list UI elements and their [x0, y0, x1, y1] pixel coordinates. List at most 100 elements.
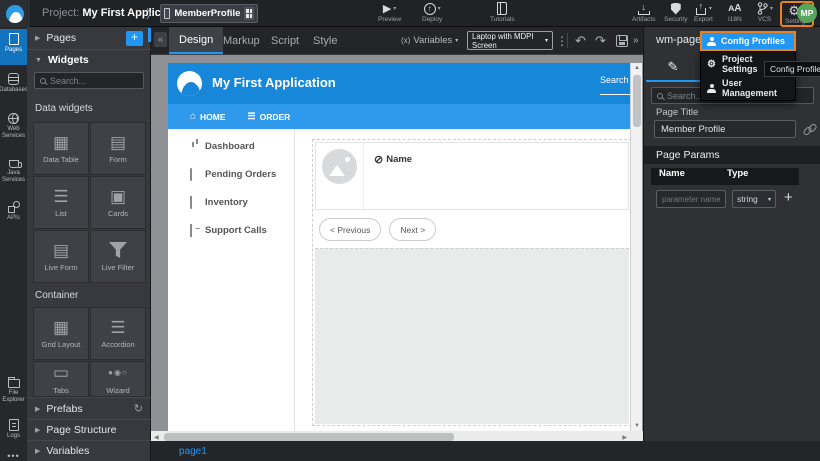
canvas-vertical-scrollbar[interactable]: ▲ ▼ — [630, 63, 642, 431]
page-selector[interactable]: MemberProfile — [160, 4, 258, 23]
param-type-select[interactable]: string ▾ — [732, 190, 776, 208]
widget-wizard[interactable]: ●◉○Wizard — [90, 361, 146, 397]
page-title-input[interactable] — [654, 120, 796, 138]
collapse-panel-button[interactable]: « — [154, 32, 167, 47]
save-icon — [616, 35, 628, 47]
deploy-button[interactable]: ↑▾ Deploy — [422, 2, 442, 23]
deploy-icon: ↑▾ — [424, 2, 441, 15]
artifacts-button[interactable]: ↓ Artifacts — [632, 2, 655, 23]
app-search-link[interactable]: Search — [600, 75, 630, 95]
horizontal-scroll-thumb[interactable] — [164, 433, 454, 441]
add-param-button[interactable]: + — [784, 189, 793, 206]
redo-button[interactable]: ↷ — [595, 27, 606, 54]
databases-icon — [8, 73, 19, 85]
list-item-template[interactable]: ⊘ Name — [315, 142, 629, 210]
param-name-input[interactable] — [656, 190, 726, 208]
widget-search-box[interactable]: Search... — [34, 72, 144, 89]
collapsed-arrow-icon: ▶ — [35, 405, 40, 413]
empty-content-area[interactable] — [315, 248, 629, 424]
rail-item-file-explorer[interactable]: File Explorer — [0, 372, 27, 412]
security-button[interactable]: Security — [664, 2, 687, 23]
widget-form[interactable]: ▤Form — [90, 122, 146, 175]
rail-item-web-services[interactable]: Web Services — [0, 109, 27, 149]
rail-item-databases[interactable]: Databases — [0, 69, 27, 105]
previous-button[interactable]: < Previous — [319, 218, 381, 241]
add-page-button[interactable]: + — [126, 31, 143, 46]
variables-dropdown[interactable]: (x) Variables ▾ — [401, 27, 458, 54]
expand-right-panel-button[interactable]: » — [633, 27, 639, 54]
preview-page: My First Application Search ⌂HOME ☰ORDER… — [168, 63, 630, 431]
rail-more-button[interactable]: ••• — [0, 447, 27, 459]
no-value-icon: ⊘ — [374, 153, 383, 166]
prefabs-section-header[interactable]: ▶ Prefabs ↻ — [27, 397, 151, 419]
pages-grid-icon[interactable] — [244, 7, 254, 20]
widget-data-table[interactable]: ▦Data Table — [33, 122, 89, 175]
config-profiles-tooltip: Config Profiles — [764, 61, 820, 77]
name-field[interactable]: ⊘ Name — [374, 153, 412, 166]
menu-item-config-profiles[interactable]: Config Profiles — [700, 31, 796, 51]
widget-live-filter[interactable]: Live Filter — [90, 230, 146, 283]
scroll-up-icon[interactable]: ▲ — [631, 65, 643, 71]
preview-button[interactable]: ▶▾ Preview — [378, 2, 401, 23]
pending-orders-doc-icon — [185, 169, 196, 180]
param-name-column: Name — [659, 168, 727, 185]
device-selector[interactable]: Laptop with MDPI Screen ▾ — [467, 31, 553, 50]
tab-script[interactable]: Script — [261, 27, 309, 54]
menu-inventory[interactable]: Inventory — [185, 197, 248, 208]
data-widgets-header: Data widgets — [27, 97, 151, 119]
open-page-tab[interactable]: page1 — [179, 446, 207, 457]
pages-section-header[interactable]: ▶ Pages + — [27, 27, 151, 49]
menu-support-calls[interactable]: Support Calls — [185, 225, 267, 236]
page-structure-section-header[interactable]: ▶ Page Structure — [27, 419, 151, 440]
widget-live-form[interactable]: ▤Live Form — [33, 230, 89, 283]
menu-dashboard[interactable]: Dashboard — [185, 141, 255, 152]
rail-item-logs[interactable]: Logs — [0, 415, 27, 451]
i18n-button[interactable]: ᴀA I18N — [728, 2, 742, 23]
menu-pending-orders[interactable]: Pending Orders — [185, 169, 276, 180]
refresh-icon[interactable]: ↻ — [134, 402, 143, 415]
list-widget-container[interactable]: ⊘ Name < Previous Next > — [312, 139, 630, 426]
selected-widget-label: wm-page: — [656, 34, 704, 46]
search-icon — [40, 78, 46, 84]
widget-cards[interactable]: ▣Cards — [90, 176, 146, 229]
tab-properties-edit[interactable]: ✎ — [646, 54, 700, 82]
rail-item-apis[interactable]: APIs — [0, 197, 27, 233]
rail-item-pages[interactable]: Pages — [0, 29, 27, 65]
more-dots-icon: ••• — [7, 451, 19, 461]
app-side-menu: Dashboard Pending Orders Inventory Suppo… — [168, 129, 295, 431]
nav-order[interactable]: ☰ORDER — [248, 111, 291, 122]
web-services-globe-icon — [8, 113, 19, 124]
user-avatar[interactable]: MP — [797, 3, 817, 23]
next-button[interactable]: Next > — [389, 218, 436, 241]
picture-placeholder-icon — [322, 149, 357, 184]
vcs-button[interactable]: ▾ VCS — [756, 2, 773, 23]
collapsed-arrow-icon: ▶ — [35, 426, 40, 434]
bind-link-icon[interactable] — [803, 123, 815, 135]
vertical-scroll-thumb[interactable] — [633, 75, 641, 127]
left-rail: Pages Databases Web Services Java Servic… — [0, 27, 27, 461]
param-table-header: Name Type — [651, 168, 799, 185]
pencil-icon: ✎ — [668, 59, 679, 75]
variables-section-header[interactable]: ▶ Variables — [27, 440, 151, 461]
support-calls-mail-icon — [185, 225, 196, 236]
project-label: Project: — [42, 7, 79, 19]
save-button[interactable] — [616, 27, 628, 54]
tab-style[interactable]: Style — [303, 27, 347, 54]
nav-home[interactable]: ⌂HOME — [190, 111, 226, 122]
undo-button[interactable]: ↶ — [575, 27, 586, 54]
export-button[interactable]: ↑▾ Export — [694, 2, 713, 23]
widget-tabs[interactable]: ▭Tabs — [33, 361, 89, 397]
widgets-section-header[interactable]: ▼ Widgets — [27, 49, 151, 70]
user-management-person-icon — [707, 84, 716, 93]
tutorials-button[interactable]: Tutorials — [490, 2, 515, 23]
widget-list[interactable]: ☰List — [33, 176, 89, 229]
tutorials-book-icon — [497, 2, 507, 15]
rail-item-java-services[interactable]: Java Services — [0, 153, 27, 193]
menu-item-user-management[interactable]: User Management — [701, 76, 795, 100]
widget-grid-layout[interactable]: ▦Grid Layout — [33, 307, 89, 360]
scroll-down-icon[interactable]: ▼ — [631, 423, 643, 429]
chevron-down-icon: ▾ — [768, 196, 771, 203]
search-icon — [657, 93, 663, 99]
wavemaker-logo[interactable] — [0, 0, 30, 27]
widget-accordion[interactable]: ☰Accordion — [90, 307, 146, 360]
